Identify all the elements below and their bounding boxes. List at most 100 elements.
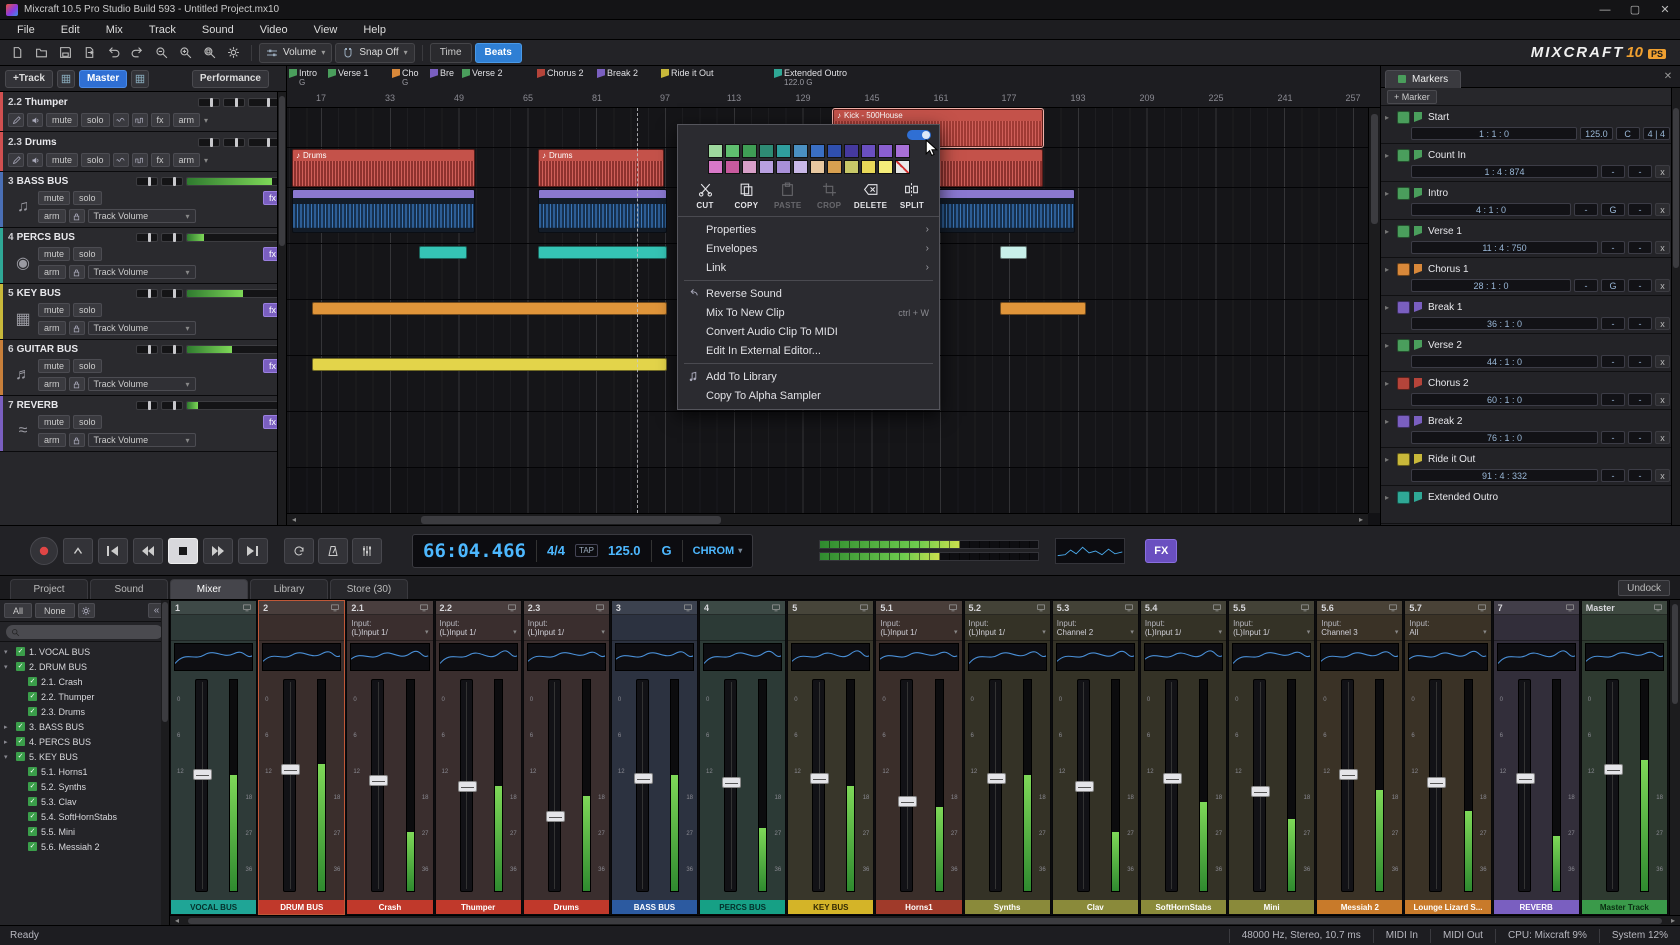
strip-input[interactable]: Input:(L)Input 1/▾ <box>1141 615 1226 641</box>
menu-sound[interactable]: Sound <box>189 20 247 39</box>
mixer-strip-master[interactable]: Master0612182736Master Track <box>1581 600 1668 915</box>
marker-row-ride-it-out[interactable]: ▸Ride it Out91 : 4 : 332--x <box>1381 448 1680 486</box>
track-volume-meter[interactable] <box>186 289 282 298</box>
display-icon[interactable] <box>1653 603 1663 612</box>
input-dropdown[interactable]: (L)Input 1/▾ <box>1145 628 1222 637</box>
display-icon[interactable] <box>1124 603 1134 612</box>
fader-handle[interactable] <box>193 769 212 780</box>
clip[interactable] <box>1000 246 1027 259</box>
add-track-button[interactable]: +Track <box>5 70 53 88</box>
marker-position-value[interactable]: 76 : 1 : 0 <box>1411 431 1598 444</box>
solo-button[interactable]: solo <box>81 113 110 127</box>
marker-attribute-value[interactable]: - <box>1574 279 1598 292</box>
chevron-right-icon[interactable]: ▸ <box>1385 265 1393 274</box>
marker-row-verse-1[interactable]: ▸Verse 111 : 4 : 750--x <box>1381 220 1680 258</box>
mini-slider[interactable] <box>223 98 245 107</box>
display-icon[interactable] <box>242 603 252 612</box>
eq-display[interactable] <box>1320 643 1399 671</box>
arm-button[interactable]: arm <box>38 209 66 223</box>
menu-item-properties[interactable]: Properties› <box>678 220 939 239</box>
chevron-right-icon[interactable]: ▸ <box>1385 303 1393 312</box>
undo-button[interactable] <box>102 43 124 63</box>
scroll-left-icon[interactable]: ◂ <box>170 916 184 925</box>
marker-attribute-value[interactable]: - <box>1601 317 1625 330</box>
input-dropdown[interactable]: (L)Input 1/▾ <box>351 628 428 637</box>
go-to-start-button[interactable] <box>98 538 128 564</box>
menu-file[interactable]: File <box>4 20 48 39</box>
menu-mix[interactable]: Mix <box>93 20 136 39</box>
input-dropdown[interactable]: (L)Input 1/▾ <box>969 628 1046 637</box>
fader-handle[interactable] <box>458 781 477 792</box>
sidebar-item-2-3-drums[interactable]: ✓2.3. Drums <box>0 704 169 719</box>
marker-attribute-value[interactable]: - <box>1628 355 1652 368</box>
marker-attribute-value[interactable]: C <box>1616 127 1640 140</box>
track-visible-checkbox[interactable]: ✓ <box>28 692 37 701</box>
color-swatch[interactable] <box>725 160 740 174</box>
marker-color-icon[interactable] <box>1397 149 1410 162</box>
scroll-right-icon[interactable]: ▸ <box>1354 514 1368 525</box>
automation-parameter-dropdown[interactable]: Track Volume▾ <box>88 433 196 447</box>
eq-display[interactable] <box>527 643 606 671</box>
gear-icon[interactable] <box>78 603 95 618</box>
menu-item-reverse-sound[interactable]: Reverse Sound <box>678 284 939 303</box>
volume-fader[interactable] <box>1341 679 1354 892</box>
marker-attribute-value[interactable]: - <box>1628 431 1652 444</box>
track-visible-checkbox[interactable]: ✓ <box>16 722 25 731</box>
track-volume-meter[interactable] <box>186 233 282 242</box>
filter-none-button[interactable]: None <box>35 603 75 618</box>
expand-arrow-icon[interactable]: ▸ <box>4 738 12 746</box>
ruler-marker[interactable]: ChoG <box>392 68 419 88</box>
fader-handle[interactable] <box>987 773 1006 784</box>
strip-name-label[interactable]: Synths <box>965 900 1050 914</box>
tab-sound[interactable]: Sound <box>90 579 168 599</box>
midi-in-status[interactable]: MIDI In <box>1373 929 1430 943</box>
timeline-ruler[interactable]: IntroGVerse 1ChoGBreVerse 2Chorus 2Break… <box>287 66 1380 108</box>
position-readout[interactable]: 66:04.466 <box>423 540 526 562</box>
automation-steps-icon[interactable] <box>132 113 148 127</box>
fader-handle[interactable] <box>281 764 300 775</box>
copy-button[interactable]: COPY <box>729 182 763 210</box>
mini-slider[interactable] <box>161 345 183 354</box>
minimize-button[interactable]: — <box>1590 0 1620 19</box>
expand-arrow-icon[interactable]: ▸ <box>4 723 12 731</box>
track-volume-meter[interactable] <box>186 401 282 410</box>
punch-button[interactable] <box>352 538 382 564</box>
chevron-right-icon[interactable]: ▸ <box>1385 379 1393 388</box>
color-swatch[interactable] <box>793 144 808 158</box>
open-project-button[interactable] <box>30 43 52 63</box>
eq-display[interactable] <box>1232 643 1311 671</box>
track-volume-meter[interactable] <box>186 177 282 186</box>
pencil-icon[interactable] <box>8 113 24 127</box>
scroll-right-icon[interactable]: ▸ <box>1666 916 1680 925</box>
color-swatch[interactable] <box>861 144 876 158</box>
marker-position-value[interactable]: 4 : 1 : 0 <box>1411 203 1571 216</box>
fader-handle[interactable] <box>810 773 829 784</box>
marker-position-value[interactable]: 1 : 1 : 0 <box>1411 127 1577 140</box>
strip-name-label[interactable]: Crash <box>347 900 432 914</box>
track-visible-checkbox[interactable]: ✓ <box>16 647 25 656</box>
strip-name-label[interactable]: VOCAL BUS <box>171 900 256 914</box>
mini-slider[interactable] <box>136 345 158 354</box>
master-track-button[interactable]: Master <box>79 70 127 88</box>
automation-wave-icon[interactable] <box>113 113 129 127</box>
fader-handle[interactable] <box>546 811 565 822</box>
solo-button[interactable]: solo <box>73 247 102 261</box>
chevron-right-icon[interactable]: ▸ <box>1385 417 1393 426</box>
mini-slider[interactable] <box>198 138 220 147</box>
fader-handle[interactable] <box>1604 764 1623 775</box>
sidebar-scrollbar[interactable] <box>161 600 169 925</box>
mini-slider[interactable] <box>136 289 158 298</box>
metronome-button[interactable] <box>318 538 348 564</box>
automation-parameter-dropdown[interactable]: Track Volume▾ <box>88 265 196 279</box>
volume-fader[interactable] <box>1606 679 1619 892</box>
automation-wave-icon[interactable] <box>113 153 129 167</box>
clip[interactable] <box>312 302 667 315</box>
volume-fader[interactable] <box>900 679 913 892</box>
delete-marker-button[interactable]: x <box>1655 469 1670 482</box>
input-dropdown[interactable]: All▾ <box>1409 628 1486 637</box>
strip-name-label[interactable]: Mini <box>1229 900 1314 914</box>
mini-slider[interactable] <box>161 401 183 410</box>
marker-row-verse-2[interactable]: ▸Verse 244 : 1 : 0--x <box>1381 334 1680 372</box>
sidebar-item-3-bass-bus[interactable]: ▸✓3. BASS BUS <box>0 719 169 734</box>
marker-attribute-value[interactable]: - <box>1628 203 1652 216</box>
